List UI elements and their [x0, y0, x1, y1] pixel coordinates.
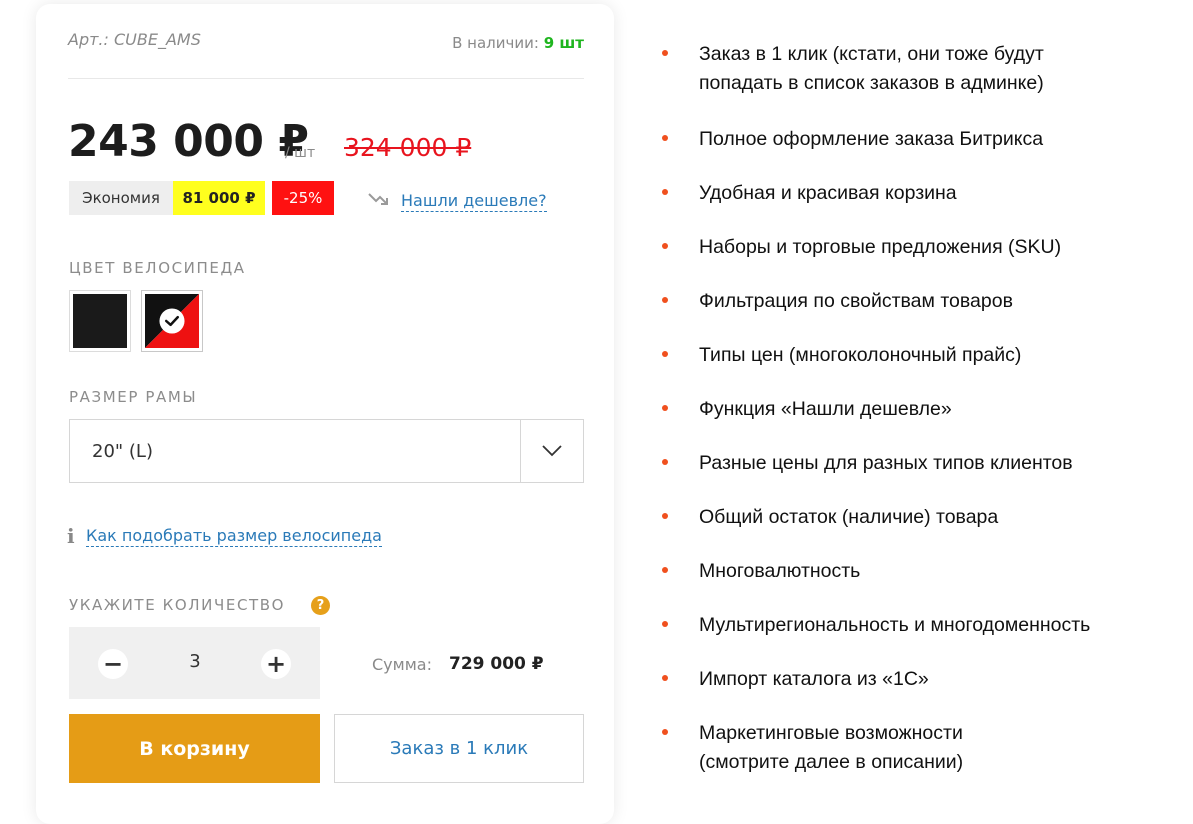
economy-label: Экономия [69, 181, 173, 215]
article-number: Арт.: CUBE_AMS [68, 30, 201, 49]
quantity-value[interactable]: 3 [179, 651, 211, 672]
stock-label: В наличии: [452, 34, 539, 52]
bullet-icon [662, 513, 668, 519]
feature-text: Импорт каталога из «1С» [699, 665, 929, 694]
price-unit: / шт [285, 145, 316, 161]
feature-text: Функция «Нашли дешевле» [699, 395, 952, 424]
bullet-icon [662, 405, 668, 411]
discount-badge: -25% [272, 181, 334, 215]
color-swatch-black[interactable] [69, 290, 131, 352]
frame-size-label: РАЗМЕР РАМЫ [69, 388, 198, 406]
quantity-stepper: − 3 + [69, 627, 320, 699]
feature-line: (смотрите далее в описании) [699, 751, 964, 773]
decrement-button[interactable]: − [98, 649, 128, 679]
color-label: ЦВЕТ ВЕЛОСИПЕДА [69, 259, 246, 277]
feature-text: Многовалютность [699, 557, 860, 586]
frame-size-value: 20" (L) [92, 441, 153, 462]
feature-line: Типы цен (многоколоночный прайс) [699, 344, 1022, 366]
bullet-icon [662, 189, 668, 195]
bullet-icon [662, 135, 668, 141]
feature-line: Наборы и торговые предложения (SKU) [699, 236, 1062, 258]
feature-text: Мультирегиональность и многодоменность [699, 611, 1090, 640]
feature-text: Типы цен (многоколоночный прайс) [699, 341, 1021, 370]
feature-line: Полное оформление заказа Битрикса [699, 128, 1044, 150]
divider [68, 78, 584, 79]
feature-line: Фильтрация по свойствам товаров [699, 290, 1013, 312]
trend-down-icon [368, 193, 388, 205]
feature-text: Маркетинговые возможности (смотрите далее… [699, 719, 963, 777]
current-price: 243 000 ₽ [68, 116, 309, 167]
stock-status: В наличии: 9 шт [452, 34, 584, 52]
feature-text: Наборы и торговые предложения (SKU) [699, 233, 1061, 262]
info-icon: i [67, 524, 75, 548]
feature-line: Мультирегиональность и многодоменность [699, 614, 1091, 636]
feature-line: Удобная и красивая корзина [699, 182, 957, 204]
select-divider [520, 420, 521, 482]
size-guide-link[interactable]: Как подобрать размер велосипеда [86, 526, 382, 547]
help-icon[interactable]: ? [311, 596, 330, 615]
feature-text: Разные цены для разных типов клиентов [699, 449, 1073, 478]
bullet-icon [662, 50, 668, 56]
bullet-icon [662, 567, 668, 573]
bullet-icon [662, 351, 668, 357]
sum-value: 729 000 ₽ [449, 654, 544, 674]
feature-line: Маркетинговые возможности [699, 722, 963, 744]
sum-label: Сумма: [372, 655, 432, 674]
bullet-icon [662, 675, 668, 681]
feature-line: Разные цены для разных типов клиентов [699, 452, 1073, 474]
bullet-icon [662, 621, 668, 627]
feature-text: Удобная и красивая корзина [699, 179, 957, 208]
stock-value: 9 шт [543, 34, 584, 52]
feature-line: Функция «Нашли дешевле» [699, 398, 952, 420]
quantity-label: УКАЖИТЕ КОЛИЧЕСТВО [69, 596, 286, 614]
feature-text: Фильтрация по свойствам товаров [699, 287, 1013, 316]
swatch-fill [73, 294, 127, 348]
feature-line: Общий остаток (наличие) товара [699, 506, 999, 528]
feature-line: Многовалютность [699, 560, 861, 582]
economy-value: 81 000 ₽ [173, 181, 265, 215]
feature-text: Полное оформление заказа Битрикса [699, 125, 1043, 154]
swatch-fill [145, 294, 199, 348]
feature-text: Общий остаток (наличие) товара [699, 503, 998, 532]
bullet-icon [662, 459, 668, 465]
feature-line: Импорт каталога из «1С» [699, 668, 929, 690]
bullet-icon [662, 297, 668, 303]
feature-text: Заказ в 1 клик (кстати, они тоже будут по… [699, 40, 1044, 98]
add-to-cart-button[interactable]: В корзину [69, 714, 320, 783]
one-click-order-button[interactable]: Заказ в 1 клик [334, 714, 584, 783]
bullet-icon [662, 729, 668, 735]
bullet-icon [662, 243, 668, 249]
chevron-down-icon [542, 445, 562, 457]
found-cheaper-link[interactable]: Нашли дешевле? [401, 191, 547, 212]
increment-button[interactable]: + [261, 649, 291, 679]
color-swatch-black-red[interactable] [141, 290, 203, 352]
frame-size-select[interactable]: 20" (L) [69, 419, 584, 483]
feature-line: Заказ в 1 клик (кстати, они тоже будут [699, 43, 1044, 65]
old-price: 324 000 ₽ [344, 133, 472, 162]
feature-line: попадать в список заказов в админке) [699, 72, 1044, 94]
